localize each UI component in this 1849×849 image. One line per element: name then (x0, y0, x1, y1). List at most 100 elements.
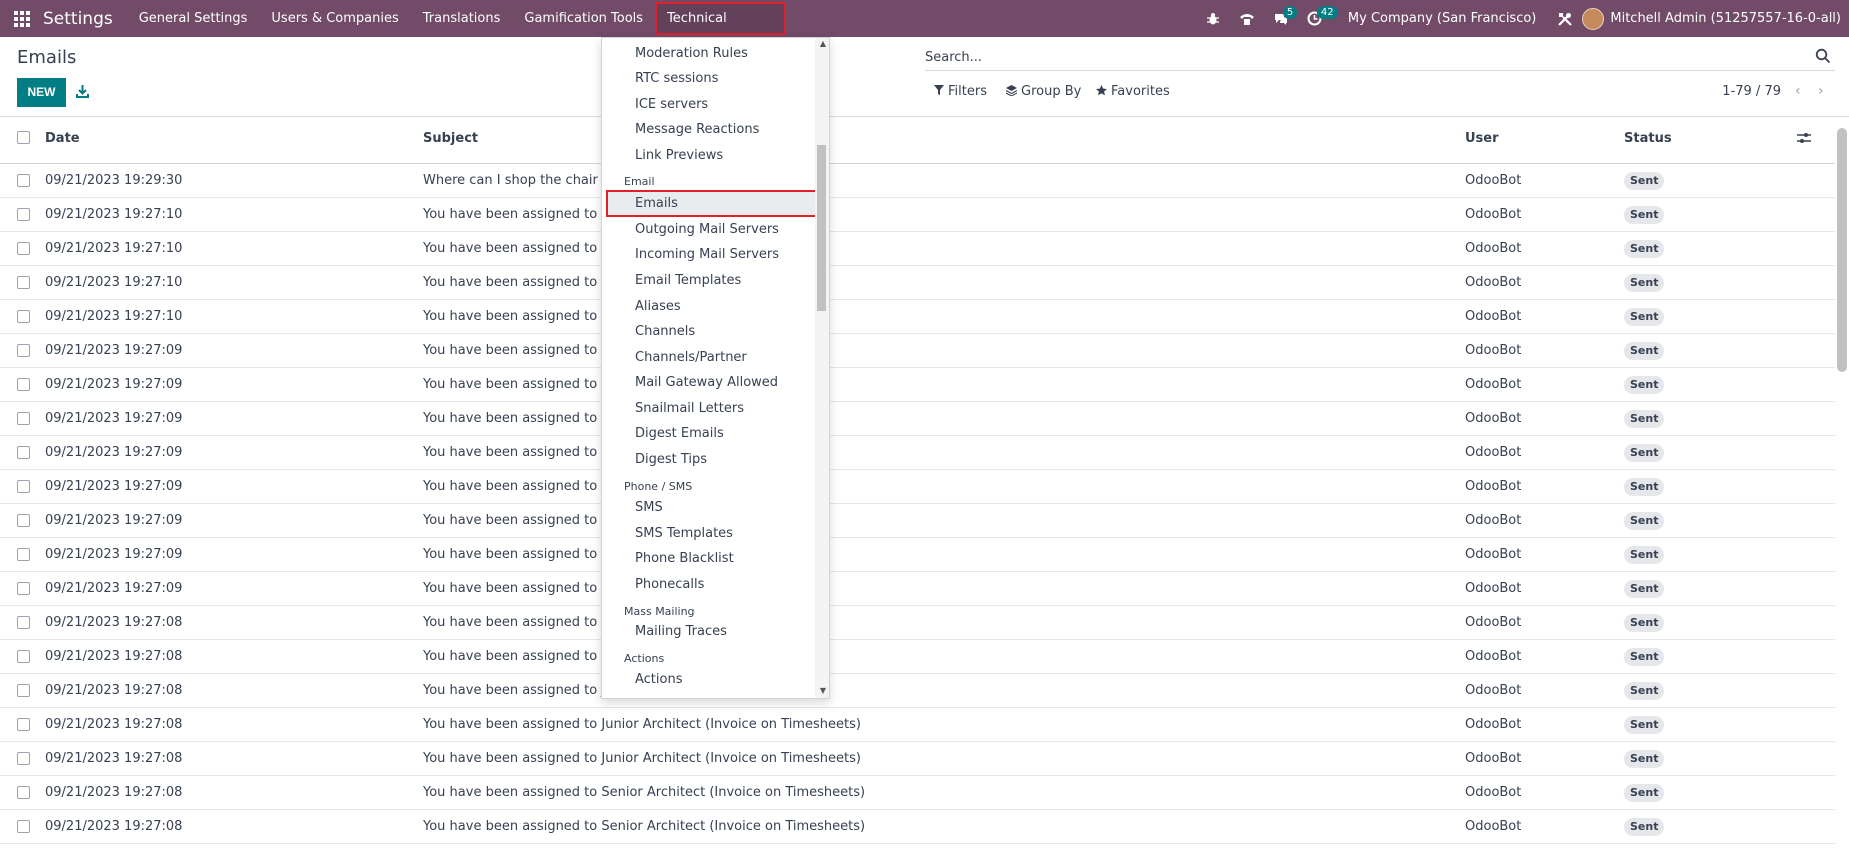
search-icon[interactable] (1815, 48, 1833, 66)
row-checkbox[interactable] (17, 480, 30, 493)
favorites-button[interactable]: Favorites (1096, 84, 1170, 99)
dropdown-item-channels-partner[interactable]: Channels/Partner (635, 350, 747, 365)
dropdown-item-ice-servers[interactable]: ICE servers (635, 97, 708, 112)
scroll-down-arrow-icon[interactable]: ▼ (820, 686, 826, 695)
row-checkbox[interactable] (17, 412, 30, 425)
table-row[interactable]: 09/21/2023 19:27:09 You have been assigne… (0, 504, 1835, 538)
user-avatar[interactable] (1582, 7, 1605, 30)
apps-menu-icon[interactable] (13, 10, 31, 28)
activity-clock-icon[interactable]: 42 (1298, 0, 1338, 37)
row-checkbox[interactable] (17, 582, 30, 595)
user-menu[interactable]: Mitchell Admin (51257557-16-0-all) (1610, 11, 1841, 26)
column-header-date[interactable]: Date (45, 122, 80, 156)
dropdown-item-mail-gateway-allowed[interactable]: Mail Gateway Allowed (635, 375, 778, 390)
table-row[interactable]: 09/21/2023 19:27:10 You have been assigne… (0, 300, 1835, 334)
dropdown-item-sms-templates[interactable]: SMS Templates (635, 526, 733, 541)
table-row[interactable]: 09/21/2023 19:27:08 You have been assigne… (0, 674, 1835, 708)
row-checkbox[interactable] (17, 242, 30, 255)
dropdown-scrollbar-track[interactable]: ▲ ▼ (815, 38, 829, 698)
chat-icon[interactable]: 5 (1264, 0, 1298, 37)
download-icon[interactable] (76, 84, 90, 100)
dropdown-item-mailing-traces[interactable]: Mailing Traces (635, 624, 727, 639)
dropdown-item-emails[interactable]: Emails (635, 196, 678, 211)
table-row[interactable]: 09/21/2023 19:27:09 You have been assigne… (0, 436, 1835, 470)
row-checkbox[interactable] (17, 820, 30, 833)
row-checkbox[interactable] (17, 752, 30, 765)
row-checkbox[interactable] (17, 548, 30, 561)
table-row[interactable]: 09/21/2023 19:27:09 You have been assigne… (0, 402, 1835, 436)
debug-bug-icon[interactable] (1196, 0, 1230, 37)
app-brand[interactable]: Settings (43, 9, 113, 29)
menu-general-settings[interactable]: General Settings (127, 0, 260, 37)
table-row[interactable]: 09/21/2023 19:27:09 You have been assigne… (0, 334, 1835, 368)
dropdown-item-actions[interactable]: Actions (635, 672, 683, 687)
row-checkbox[interactable] (17, 446, 30, 459)
filters-button[interactable]: Filters (934, 84, 987, 99)
row-checkbox[interactable] (17, 344, 30, 357)
group-by-button[interactable]: Group By (1005, 84, 1081, 99)
tools-icon[interactable] (1548, 0, 1582, 37)
dropdown-item-aliases[interactable]: Aliases (635, 299, 681, 314)
scroll-up-arrow-icon[interactable]: ▲ (820, 39, 826, 48)
table-row[interactable]: 09/21/2023 19:27:08 You have been assigne… (0, 810, 1835, 844)
table-row[interactable]: 09/21/2023 19:27:08 You have been assigne… (0, 606, 1835, 640)
menu-translations[interactable]: Translations (411, 0, 513, 37)
row-checkbox[interactable] (17, 718, 30, 731)
table-row[interactable]: 09/21/2023 19:27:10 You have been assigne… (0, 266, 1835, 300)
dropdown-item-incoming-mail-servers[interactable]: Incoming Mail Servers (635, 247, 779, 262)
menu-gamification-tools[interactable]: Gamification Tools (512, 0, 655, 37)
dropdown-item-rtc-sessions[interactable]: RTC sessions (635, 71, 718, 86)
table-row[interactable]: 09/21/2023 19:27:10 You have been assigne… (0, 198, 1835, 232)
row-checkbox[interactable] (17, 650, 30, 663)
column-options-icon[interactable] (1797, 132, 1813, 146)
dropdown-item-moderation-rules[interactable]: Moderation Rules (635, 46, 748, 61)
new-button[interactable]: NEW (17, 78, 66, 107)
pager-next-icon[interactable]: › (1818, 83, 1824, 99)
list-scrollbar[interactable] (1837, 128, 1847, 372)
dropdown-item-channels[interactable]: Channels (635, 324, 695, 339)
dropdown-item-snailmail-letters[interactable]: Snailmail Letters (635, 401, 744, 416)
phone-icon[interactable] (1230, 0, 1264, 37)
pager-value[interactable]: 1-79 / 79 (1722, 84, 1781, 99)
status-badge: Sent (1624, 818, 1665, 836)
row-checkbox[interactable] (17, 616, 30, 629)
dropdown-item-phonecalls[interactable]: Phonecalls (635, 577, 704, 592)
table-row[interactable]: 09/21/2023 19:29:30 Where can I shop the … (0, 164, 1835, 198)
table-row[interactable]: 09/21/2023 19:27:08 You have been assigne… (0, 640, 1835, 674)
dropdown-item-digest-emails[interactable]: Digest Emails (635, 426, 724, 441)
column-header-status[interactable]: Status (1624, 122, 1672, 156)
table-row[interactable]: 09/21/2023 19:27:08 You have been assigne… (0, 708, 1835, 742)
row-checkbox[interactable] (17, 174, 30, 187)
table-row[interactable]: 09/21/2023 19:27:08 You have been assigne… (0, 776, 1835, 810)
row-status: Sent (1624, 402, 1665, 436)
search-input[interactable] (925, 44, 1805, 70)
row-checkbox[interactable] (17, 208, 30, 221)
row-checkbox[interactable] (17, 310, 30, 323)
menu-users-companies[interactable]: Users & Companies (259, 0, 410, 37)
select-all-checkbox[interactable] (17, 131, 30, 144)
table-row[interactable]: 09/21/2023 19:27:10 You have been assigne… (0, 232, 1835, 266)
dropdown-item-digest-tips[interactable]: Digest Tips (635, 452, 707, 467)
dropdown-item-sms[interactable]: SMS (635, 500, 663, 515)
row-checkbox[interactable] (17, 276, 30, 289)
table-row[interactable]: 09/21/2023 19:27:09 You have been assigne… (0, 572, 1835, 606)
menu-technical[interactable]: Technical (655, 2, 787, 35)
table-row[interactable]: 09/21/2023 19:27:09 You have been assigne… (0, 470, 1835, 504)
column-header-subject[interactable]: Subject (423, 122, 478, 156)
column-header-user[interactable]: User (1465, 122, 1499, 156)
row-checkbox[interactable] (17, 378, 30, 391)
pager-previous-icon[interactable]: ‹ (1795, 83, 1801, 99)
row-checkbox[interactable] (17, 684, 30, 697)
dropdown-item-phone-blacklist[interactable]: Phone Blacklist (635, 551, 734, 566)
row-checkbox[interactable] (17, 786, 30, 799)
dropdown-item-link-previews[interactable]: Link Previews (635, 148, 723, 163)
table-row[interactable]: 09/21/2023 19:27:09 You have been assigne… (0, 368, 1835, 402)
dropdown-item-message-reactions[interactable]: Message Reactions (635, 122, 759, 137)
table-row[interactable]: 09/21/2023 19:27:09 You have been assigne… (0, 538, 1835, 572)
table-row[interactable]: 09/21/2023 19:27:08 You have been assigne… (0, 742, 1835, 776)
dropdown-scrollbar-thumb[interactable] (817, 145, 826, 311)
dropdown-item-outgoing-mail-servers[interactable]: Outgoing Mail Servers (635, 222, 779, 237)
dropdown-item-email-templates[interactable]: Email Templates (635, 273, 741, 288)
company-switcher[interactable]: My Company (San Francisco) (1348, 11, 1536, 26)
row-checkbox[interactable] (17, 514, 30, 527)
